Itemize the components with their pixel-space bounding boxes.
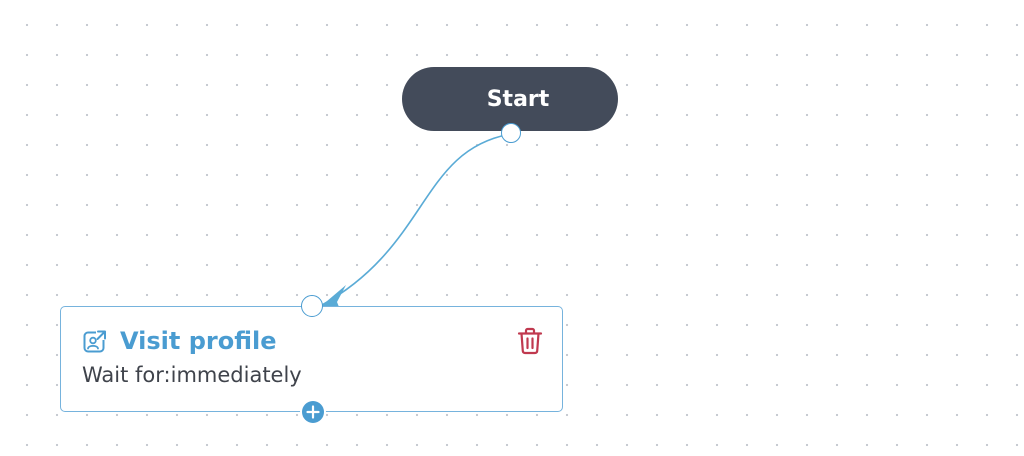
start-node-label: Start [486,86,550,112]
step-node-visit-profile[interactable]: Visit profile Wait for:immediately [60,306,563,412]
step-input-handle[interactable] [301,295,323,317]
workflow-canvas[interactable]: Start Visit profile Wait for:immediately [0,0,1024,456]
edge-start-to-visit-profile[interactable] [321,133,512,306]
plus-icon[interactable] [302,401,324,423]
start-output-handle[interactable] [501,123,521,143]
step-title: Visit profile [120,327,277,355]
trash-icon[interactable] [515,326,545,356]
visit-profile-icon [83,330,107,353]
step-header: Visit profile [82,327,277,355]
start-node[interactable]: Start [402,67,618,131]
step-wait-info: Wait for:immediately [82,363,302,387]
